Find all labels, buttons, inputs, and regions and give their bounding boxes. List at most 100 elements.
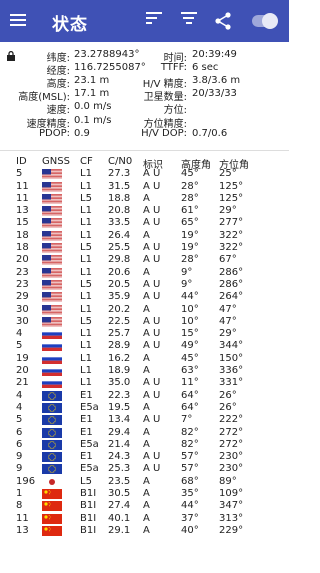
flags-value: A	[143, 365, 150, 377]
carrier-freq: E1	[80, 451, 93, 463]
carrier-freq: L1	[80, 205, 92, 217]
flags-value: A U	[143, 278, 161, 290]
cn0-value: 20.2	[108, 303, 131, 315]
azimuth-value: 336°	[219, 365, 244, 377]
flags-value: A U	[143, 315, 161, 327]
flags-value: A U	[143, 168, 161, 180]
carrier-freq: L1	[80, 266, 92, 278]
flags-value: A	[143, 488, 150, 500]
sat-id: 20	[16, 254, 29, 266]
table-row: 4 E1 22.3 A U 64° 26°	[0, 390, 289, 402]
sat-id: 4	[16, 389, 23, 401]
azimuth-value: 29°	[219, 328, 237, 340]
japan-flag-icon	[42, 476, 62, 487]
carrier-freq: E1	[80, 389, 93, 401]
elevation-value: 19°	[181, 242, 199, 254]
sat-id: 13	[16, 524, 29, 536]
fix-value: 20:39:49	[192, 49, 237, 60]
sat-id: 20	[16, 365, 29, 377]
eu-flag-icon	[42, 402, 62, 413]
sat-id: 23	[16, 278, 29, 290]
flags-value: A	[143, 266, 150, 278]
eu-flag-icon	[42, 427, 62, 438]
cn0-value: 18.9	[108, 365, 131, 377]
elevation-value: 45°	[181, 352, 199, 364]
fix-value: 0.9	[74, 127, 90, 139]
table-row: 29 L1 35.9 A U 44° 264°	[0, 291, 289, 303]
flags-value: A U	[143, 180, 161, 192]
header-gnss: GNSS	[42, 156, 70, 167]
azimuth-value: 67°	[219, 254, 237, 266]
fix-label: PDOP:	[38, 127, 70, 139]
sat-id: 19	[16, 352, 29, 364]
eu-flag-icon	[42, 439, 62, 450]
table-row: 9 E5a 25.3 A U 57° 230°	[0, 463, 289, 475]
elevation-value: 10°	[181, 303, 199, 315]
us-flag-icon	[42, 230, 62, 241]
table-row: 30 L1 20.2 A 10° 47°	[0, 304, 289, 316]
azimuth-value: 286°	[219, 266, 244, 278]
sat-id: 30	[16, 315, 29, 327]
carrier-freq: L1	[80, 340, 92, 352]
table-row: 5 E1 13.4 A U 7° 222°	[0, 414, 289, 426]
elevation-value: 82°	[181, 438, 199, 450]
sat-id: 11	[16, 512, 29, 524]
cn0-value: 29.8	[108, 254, 131, 266]
share-icon[interactable]	[214, 12, 232, 30]
carrier-freq: B1I	[80, 524, 97, 536]
carrier-freq: L5	[80, 242, 92, 254]
elevation-value: 28°	[181, 254, 199, 266]
eu-flag-icon	[42, 390, 62, 401]
us-flag-icon	[42, 304, 62, 315]
sat-id: 4	[16, 328, 23, 340]
cn0-value: 30.5	[108, 488, 131, 500]
china-flag-icon	[42, 525, 62, 536]
azimuth-value: 229°	[219, 524, 244, 536]
carrier-freq: L5	[80, 475, 92, 487]
carrier-freq: B1I	[80, 512, 97, 524]
logging-toggle[interactable]	[252, 13, 278, 29]
cn0-value: 22.5	[108, 315, 131, 327]
table-row: 1 B1I 30.5 A 35° 109°	[0, 488, 289, 500]
table-row: 18 L5 25.5 A U 19° 322°	[0, 242, 289, 254]
carrier-freq: E5a	[80, 438, 99, 450]
us-flag-icon	[42, 193, 62, 204]
cn0-value: 20.8	[108, 205, 131, 217]
table-row: 9 E1 24.3 A U 57° 230°	[0, 451, 289, 463]
azimuth-value: 331°	[219, 377, 244, 389]
fix-label: H/V DOP:	[141, 127, 187, 139]
cn0-value: 29.1	[108, 524, 131, 536]
elevation-value: 11°	[181, 377, 199, 389]
filter-icon[interactable]	[181, 12, 199, 30]
azimuth-value: 89°	[219, 475, 237, 487]
elevation-value: 15°	[181, 328, 199, 340]
menu-icon[interactable]	[10, 11, 26, 31]
azimuth-value: 272°	[219, 438, 244, 450]
cn0-value: 29.4	[108, 426, 131, 438]
flags-value: A U	[143, 291, 161, 303]
eu-flag-icon	[42, 415, 62, 426]
flags-value: A U	[143, 242, 161, 254]
table-row: 4 E5a 19.5 A 64° 26°	[0, 402, 289, 414]
carrier-freq: L1	[80, 180, 92, 192]
elevation-value: 65°	[181, 217, 199, 229]
us-flag-icon	[42, 218, 62, 229]
elevation-value: 68°	[181, 475, 199, 487]
cn0-value: 16.2	[108, 352, 131, 364]
sat-id: 13	[16, 205, 29, 217]
sat-id: 30	[16, 303, 29, 315]
cn0-value: 20.6	[108, 266, 131, 278]
azimuth-value: 277°	[219, 217, 244, 229]
cn0-value: 26.4	[108, 229, 131, 241]
table-row: 13 L1 20.8 A U 61° 29°	[0, 205, 289, 217]
table-row: 196 L5 23.5 A 68° 89°	[0, 476, 289, 488]
sat-id: 23	[16, 266, 29, 278]
table-row: 23 L1 20.6 A 9° 286°	[0, 267, 289, 279]
us-flag-icon	[42, 279, 62, 290]
sort-icon[interactable]	[146, 12, 164, 30]
flags-value: A	[143, 500, 150, 512]
elevation-value: 57°	[181, 451, 199, 463]
carrier-freq: L1	[80, 254, 92, 266]
us-flag-icon	[42, 206, 62, 217]
cn0-value: 25.5	[108, 242, 131, 254]
